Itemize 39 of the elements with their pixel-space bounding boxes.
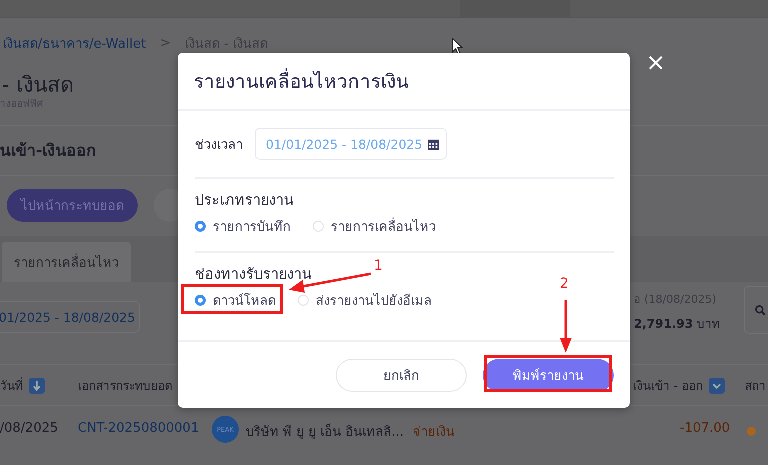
section-title: นเข้า-เงินออก (0, 141, 97, 161)
breadcrumb-link[interactable]: เงินสด/ธนาคาร/e-Wallet (3, 32, 146, 54)
search-icon (755, 305, 766, 316)
column-header: วันที่ (0, 376, 23, 395)
tab[interactable]: รายการเคลื่อนไหว (2, 242, 131, 282)
print-report-button[interactable]: พิมพ์รายงาน (483, 358, 614, 392)
column-header: เงินเข้า - ออก (633, 378, 703, 395)
table-cell-text: จ่ายเงิน (413, 424, 455, 442)
date-range-field[interactable]: 01/2025 - 18/08/2025 (0, 301, 140, 333)
column-header: เอกสารกระทบยอด (78, 378, 173, 395)
close-icon[interactable] (649, 56, 663, 70)
annotation-arrow (560, 300, 572, 353)
date-range-field[interactable]: 01/01/2025 - 18/08/2025 (255, 128, 447, 160)
radio-option[interactable]: รายการเคลื่อนไหว (313, 214, 436, 239)
column-header: สถา (745, 378, 766, 395)
cancel-button[interactable]: ยกเลิก (336, 358, 467, 392)
breadcrumb-separator: > (160, 36, 172, 50)
group-label: ช่องทางรับรายงาน (195, 266, 312, 285)
radio-button[interactable] (195, 295, 206, 306)
group-label: ประเภทรายงาน (195, 192, 294, 211)
table-cell: /08/2025 (0, 421, 58, 436)
radio-option[interactable]: รายการบันทึก (195, 214, 291, 239)
field-label: ช่วงเวลา (195, 136, 243, 154)
page-title: - เงินสด (1, 72, 74, 98)
currency-unit: บาท (697, 317, 720, 331)
radio-option[interactable]: ส่งรายงานไปยังอีเมล (298, 288, 432, 313)
document-link[interactable]: CNT-20250800001 (78, 421, 200, 436)
radio-option[interactable]: ดาวน์โหลด (195, 288, 276, 313)
calendar-icon (428, 138, 439, 150)
reconcile-button[interactable]: ไปหน้ากระทบยอด (7, 189, 138, 222)
dropdown-icon[interactable] (708, 378, 725, 394)
balance-value: 2,791.93 (634, 317, 694, 331)
sort-icon[interactable] (29, 378, 45, 394)
radio-button[interactable] (195, 221, 206, 232)
table-cell-text: บริษัท พี ยู ยู เอ็น อินเทลลิ... (246, 422, 404, 442)
table-cell: -107.00 (680, 421, 730, 436)
annotation-number: 2 (560, 276, 569, 292)
annotation-number: 1 (374, 258, 383, 274)
dialog-title: รายงานเคลื่อนไหวการเงิน (194, 66, 409, 96)
